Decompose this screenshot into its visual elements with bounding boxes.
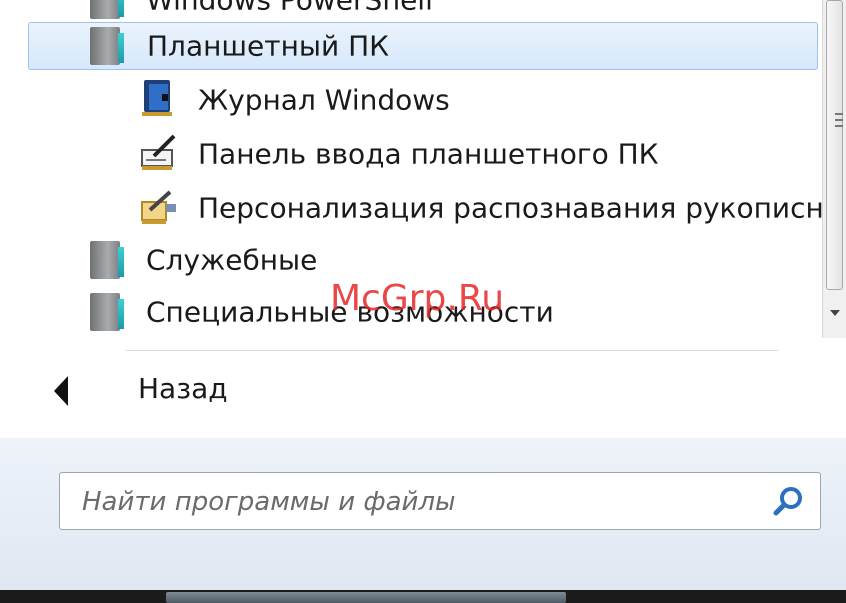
- list-item-label: Служебные: [146, 243, 318, 277]
- list-item-label: Персонализация распознавания рукописного…: [198, 191, 822, 225]
- watermark: McGrp.Ru: [330, 278, 505, 319]
- scroll-down-arrow-icon[interactable]: [827, 306, 843, 320]
- list-item-windows-powershell[interactable]: Windows PowerShell: [28, 0, 818, 24]
- divider: [126, 350, 778, 351]
- taskbar-button[interactable]: [166, 592, 566, 603]
- list-item-label: Панель ввода планшетного ПК: [198, 137, 659, 171]
- back-label: Назад: [138, 372, 228, 405]
- list-item-handwriting-personalization[interactable]: Персонализация распознавания рукописного…: [28, 184, 822, 232]
- list-item-tablet-pc[interactable]: Планшетный ПК: [28, 22, 818, 70]
- search-input[interactable]: [80, 483, 744, 521]
- search-box[interactable]: [59, 472, 821, 530]
- search-icon[interactable]: [772, 485, 806, 519]
- back-arrow-icon: [54, 376, 68, 406]
- handwriting-personalization-icon: [141, 190, 176, 224]
- tablet-input-panel-icon: [141, 134, 176, 170]
- list-item-accessories[interactable]: Служебные: [28, 236, 818, 284]
- list-item-label: Планшетный ПК: [147, 29, 390, 63]
- folder-icon: [90, 293, 124, 331]
- vertical-scrollbar[interactable]: [822, 0, 846, 338]
- folder-icon: [90, 241, 124, 279]
- folder-icon: [90, 27, 124, 65]
- list-item-label: Windows PowerShell: [146, 0, 433, 17]
- list-item-tablet-input-panel[interactable]: Панель ввода планшетного ПК: [28, 130, 818, 178]
- list-item-label: Журнал Windows: [198, 83, 450, 117]
- folder-icon: [90, 0, 124, 19]
- windows-journal-icon: [142, 80, 172, 116]
- list-item-windows-journal[interactable]: Журнал Windows: [28, 76, 818, 124]
- scrollbar-thumb[interactable]: [826, 0, 843, 290]
